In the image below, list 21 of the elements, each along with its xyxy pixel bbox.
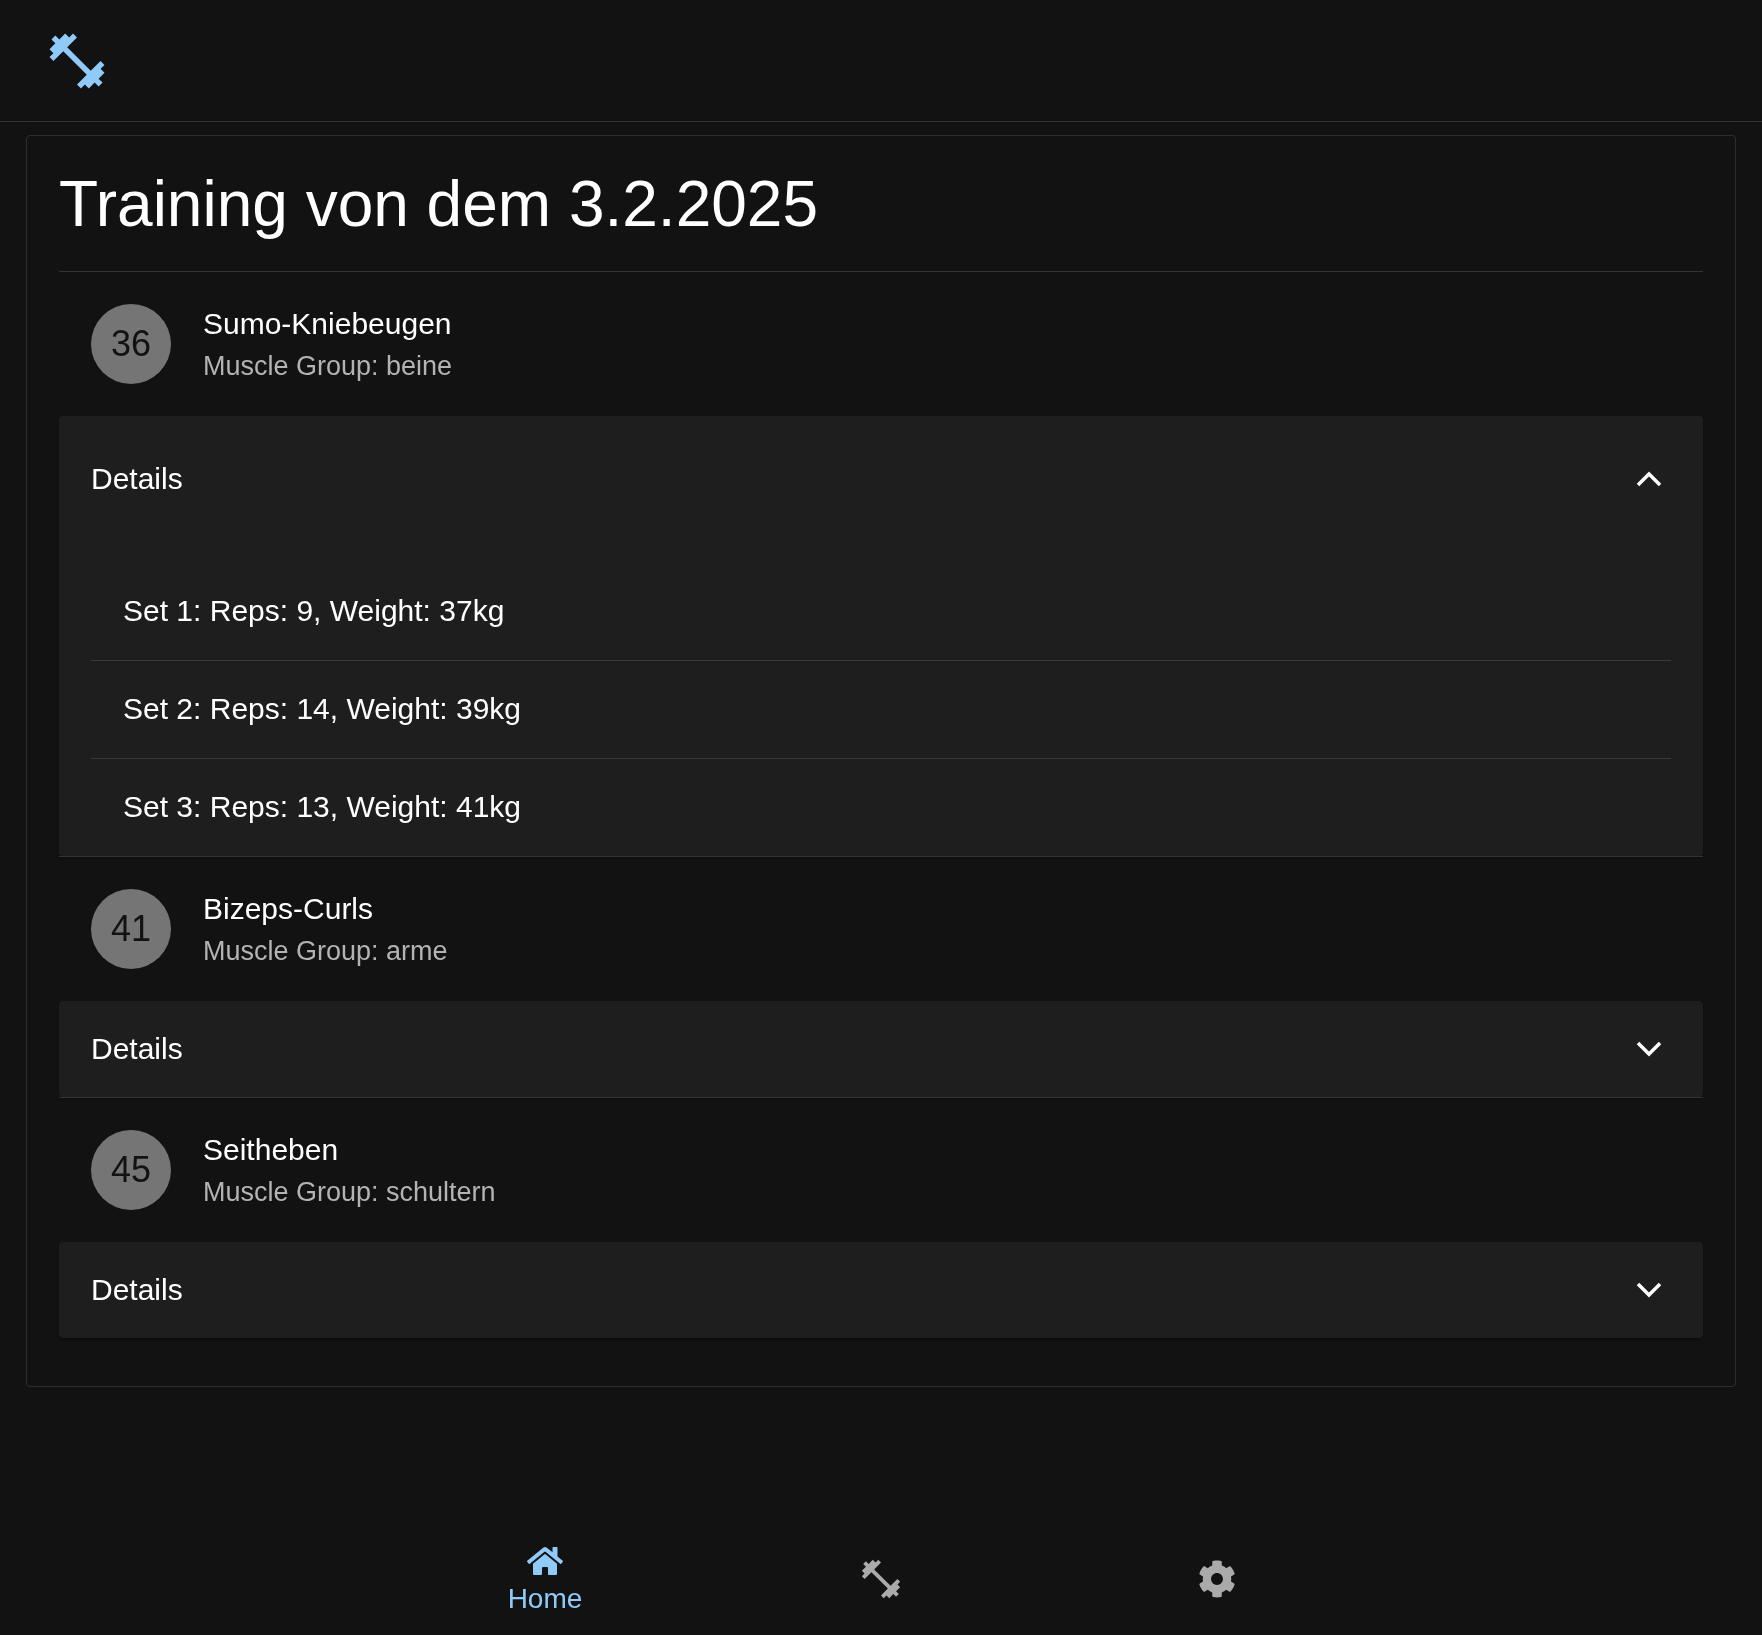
number-avatar: 36 [91, 303, 171, 384]
chevron-up-icon [1635, 470, 1663, 489]
exercise-name: Seitheben [203, 1132, 340, 1168]
exercise-name: Sumo-Kniebeugen [203, 305, 453, 342]
chevron-down-icon [1635, 1281, 1663, 1300]
set-entry: Set 1: Reps: 9, Weight: 37kg [123, 594, 505, 629]
home-nav-button[interactable]: Home [377, 1523, 713, 1635]
details-toggle[interactable]: Details [59, 1242, 1703, 1339]
muscle-group: Muscle Group: schultern [203, 1175, 496, 1211]
exercise-name: Bizeps-Curls [203, 890, 375, 927]
page-title: Training von dem 3.2.2025 [59, 166, 1703, 272]
details-toggle[interactable]: Details [59, 1001, 1703, 1097]
muscle-group: Muscle Group: beine [203, 348, 453, 384]
chevron-down-icon [1635, 1040, 1663, 1058]
number-avatar: 41 [91, 888, 171, 969]
settings-icon [1198, 1560, 1236, 1598]
set-entry: Set 3: Reps: 13, Weight: 41kg [123, 790, 521, 825]
number-avatar: 45 [91, 1130, 171, 1211]
muscle-group: Muscle Group: arme [203, 933, 448, 969]
details-toggle[interactable]: Details [59, 415, 1703, 543]
set-entry: Set 2: Reps: 14, Weight: 39kg [123, 692, 521, 727]
